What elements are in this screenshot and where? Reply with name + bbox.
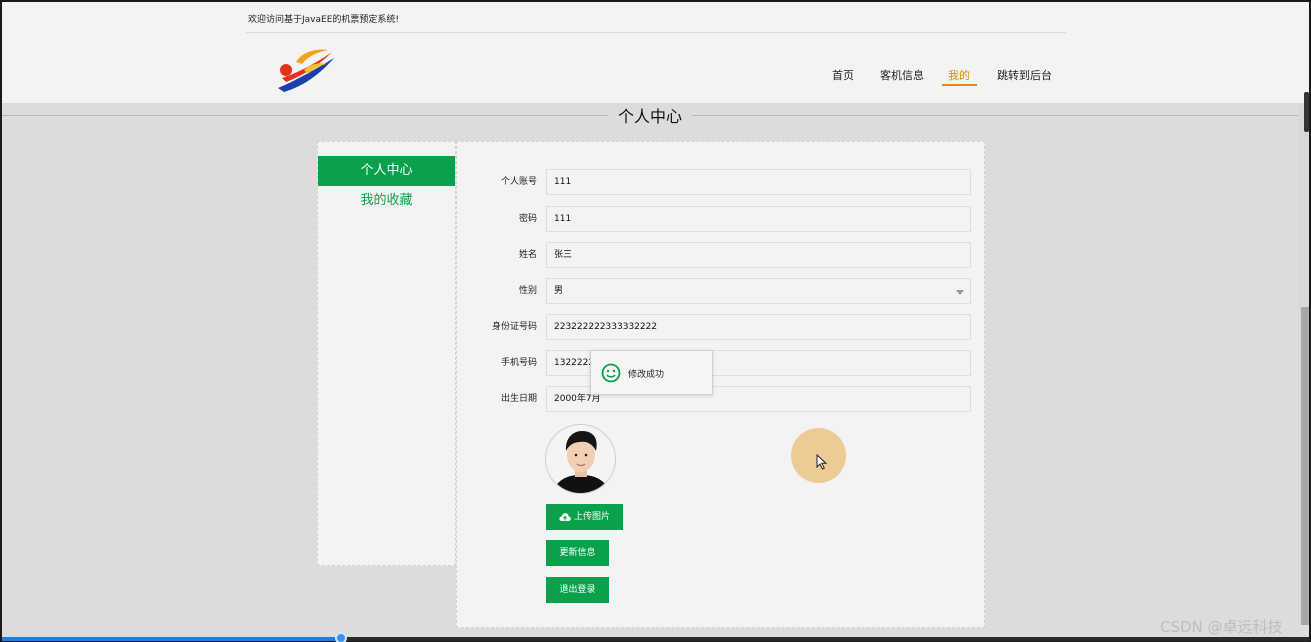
- nav-home[interactable]: 首页: [832, 67, 854, 83]
- video-progress-handle[interactable]: [335, 632, 347, 642]
- password-input[interactable]: 111: [546, 206, 971, 232]
- logout-button[interactable]: 退出登录: [546, 577, 609, 603]
- nav-admin[interactable]: 跳转到后台: [997, 67, 1052, 83]
- gender-label: 性别: [518, 286, 537, 296]
- nav-flight-info[interactable]: 客机信息: [880, 67, 924, 83]
- header-divider: [246, 32, 1066, 33]
- form-row-name: 姓名 张三: [457, 242, 986, 268]
- gender-select[interactable]: 男: [546, 278, 971, 304]
- nav-active-indicator: [942, 84, 977, 86]
- form-row-phone: 手机号码 1322222: [457, 350, 986, 376]
- birthdate-label: 出生日期: [500, 394, 537, 404]
- watermark: CSDN @卓远科技: [1160, 618, 1283, 636]
- id-number-input[interactable]: 223222222333332222: [546, 314, 971, 340]
- form-row-gender: 性别 男: [457, 278, 986, 304]
- site-header: 欢迎访问基于JavaEE的机票预定系统! 首页 客机信息 我的 跳转到后台: [2, 2, 1309, 103]
- name-input[interactable]: 张三: [546, 242, 971, 268]
- cloud-upload-icon: [559, 513, 571, 521]
- form-row-birthdate: 出生日期 2000年7月: [457, 386, 986, 412]
- avatar: [545, 424, 616, 494]
- success-toast: 修改成功: [590, 350, 713, 395]
- smile-icon: [601, 363, 621, 383]
- update-info-button[interactable]: 更新信息: [546, 540, 609, 566]
- gender-value: 男: [554, 286, 564, 296]
- upload-image-button[interactable]: 上传图片: [546, 504, 623, 530]
- page-title: 个人中心: [608, 106, 692, 128]
- video-progress-fill: [2, 637, 341, 641]
- welcome-text: 欢迎访问基于JavaEE的机票预定系统!: [248, 15, 399, 25]
- toast-message: 修改成功: [628, 370, 665, 380]
- sidebar-item-profile[interactable]: 个人中心: [318, 156, 455, 186]
- form-row-account: 个人账号 111: [457, 169, 986, 195]
- profile-panel: 个人账号 111 密码 111 姓名 张三 性别 男 身份证号码 2232222…: [456, 141, 985, 628]
- mouse-pointer-icon: [816, 454, 828, 470]
- scrollbar-thumb[interactable]: [1301, 307, 1309, 625]
- sidebar-item-favorites[interactable]: 我的收藏: [318, 186, 455, 216]
- account-label: 个人账号: [500, 177, 537, 187]
- password-label: 密码: [518, 214, 537, 224]
- name-label: 姓名: [518, 250, 537, 260]
- form-row-id-number: 身份证号码 223222222333332222: [457, 314, 986, 340]
- phone-label: 手机号码: [500, 358, 537, 368]
- upload-image-label: 上传图片: [573, 512, 610, 522]
- chevron-down-icon: [956, 290, 964, 295]
- id-number-label: 身份证号码: [491, 322, 537, 332]
- form-row-password: 密码 111: [457, 206, 986, 232]
- account-input[interactable]: 111: [546, 169, 971, 195]
- sidebar: 个人中心 我的收藏: [317, 141, 456, 566]
- scrollbar-marker: [1304, 92, 1309, 132]
- site-logo[interactable]: [274, 44, 338, 94]
- nav-mine[interactable]: 我的: [948, 67, 970, 83]
